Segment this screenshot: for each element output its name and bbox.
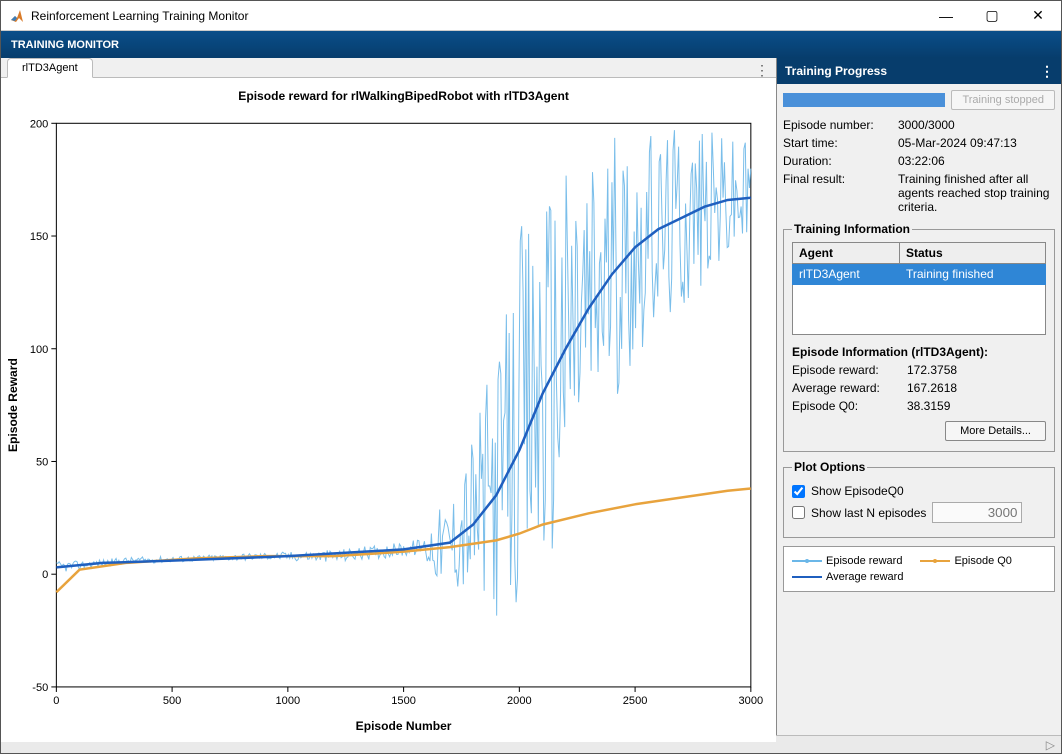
document-tabbar: rlTD3Agent ⋮	[1, 58, 776, 78]
col-status: Status	[899, 243, 1045, 264]
plot-options-legend: Plot Options	[792, 460, 867, 474]
window-title: Reinforcement Learning Training Monitor	[31, 9, 923, 23]
training-stopped-button: Training stopped	[951, 90, 1055, 110]
show-lastn-input[interactable]	[932, 502, 1022, 523]
ep-q0-value: 38.3159	[907, 399, 1046, 413]
maximize-button[interactable]: ▢	[969, 1, 1015, 31]
svg-text:0: 0	[53, 695, 59, 707]
agents-table[interactable]: AgentStatus rlTD3AgentTraining finished	[792, 242, 1046, 335]
chart-area[interactable]: 0 500 1000 1500 2000 2500 3000 -50 0 50 100 150 200 E…	[1, 78, 776, 742]
svg-text:Episode Reward: Episode Reward	[6, 358, 20, 452]
svg-text:Episode Number: Episode Number	[356, 719, 452, 733]
ep-q0-label: Episode Q0:	[792, 399, 907, 413]
svg-text:150: 150	[30, 231, 48, 243]
avg-reward-value: 167.2618	[907, 381, 1046, 395]
show-episodeq0-row[interactable]: Show EpisodeQ0	[792, 484, 1046, 498]
svg-text:100: 100	[30, 344, 48, 356]
start-time-label: Start time:	[783, 136, 898, 150]
svg-text:2000: 2000	[507, 695, 532, 707]
tab-options-icon[interactable]: ⋮	[755, 62, 768, 79]
show-episodeq0-label: Show EpisodeQ0	[811, 484, 904, 498]
panel-options-icon[interactable]: ⋮	[1040, 63, 1053, 80]
chart-legend: Episode reward Episode Q0 Average reward	[783, 546, 1055, 592]
show-lastn-checkbox[interactable]	[792, 506, 805, 519]
legend-episode-reward: Episode reward	[792, 555, 902, 567]
legend-episode-q0: Episode Q0	[920, 555, 1011, 567]
svg-text:Episode reward for rlWalkingBi: Episode reward for rlWalkingBipedRobot w…	[238, 89, 569, 103]
cell-agent: rlTD3Agent	[793, 264, 900, 285]
svg-text:2500: 2500	[623, 695, 648, 707]
close-button[interactable]: ✕	[1015, 1, 1061, 31]
episode-info-header: Episode Information (rlTD3Agent):	[792, 345, 1046, 359]
svg-text:1000: 1000	[276, 695, 301, 707]
svg-text:50: 50	[36, 456, 48, 468]
col-agent: Agent	[793, 243, 900, 264]
episode-number-value: 3000/3000	[898, 118, 1055, 132]
table-row[interactable]: rlTD3AgentTraining finished	[793, 264, 1046, 285]
duration-value: 03:22:06	[898, 154, 1055, 168]
ep-reward-value: 172.3758	[907, 363, 1046, 377]
progress-bar	[783, 93, 945, 107]
start-time-value: 05-Mar-2024 09:47:13	[898, 136, 1055, 150]
tab-rltd3agent[interactable]: rlTD3Agent	[7, 58, 93, 78]
minimize-button[interactable]: —	[923, 1, 969, 31]
avg-reward-label: Average reward:	[792, 381, 907, 395]
svg-text:200: 200	[30, 118, 48, 130]
ep-reward-label: Episode reward:	[792, 363, 907, 377]
episode-number-label: Episode number:	[783, 118, 898, 132]
show-lastn-row[interactable]: Show last N episodes	[792, 502, 1046, 523]
legend-average-reward: Average reward	[792, 571, 903, 583]
matlab-logo-icon	[9, 8, 25, 24]
svg-text:500: 500	[163, 695, 181, 707]
show-episodeq0-checkbox[interactable]	[792, 485, 805, 498]
plot-options-group: Plot Options Show EpisodeQ0 Show last N …	[783, 460, 1055, 538]
final-result-label: Final result:	[783, 172, 898, 214]
titlebar: Reinforcement Learning Training Monitor …	[1, 1, 1061, 31]
svg-text:1500: 1500	[391, 695, 416, 707]
training-information-legend: Training Information	[792, 222, 912, 236]
cell-status: Training finished	[899, 264, 1045, 285]
svg-text:0: 0	[42, 569, 48, 581]
toolstrip-tab[interactable]: TRAINING MONITOR	[1, 31, 1061, 58]
duration-label: Duration:	[783, 154, 898, 168]
svg-text:3000: 3000	[739, 695, 764, 707]
svg-text:-50: -50	[32, 682, 48, 694]
resize-grip-icon[interactable]: ▷	[1046, 738, 1055, 752]
panel-title: Training Progress	[785, 64, 887, 78]
training-information-group: Training Information AgentStatus rlTD3Ag…	[783, 222, 1055, 452]
more-details-button[interactable]: More Details...	[945, 421, 1046, 441]
final-result-value: Training finished after all agents reach…	[898, 172, 1055, 214]
show-lastn-label: Show last N episodes	[811, 506, 926, 520]
training-progress-header: Training Progress ⋮	[777, 58, 1061, 84]
